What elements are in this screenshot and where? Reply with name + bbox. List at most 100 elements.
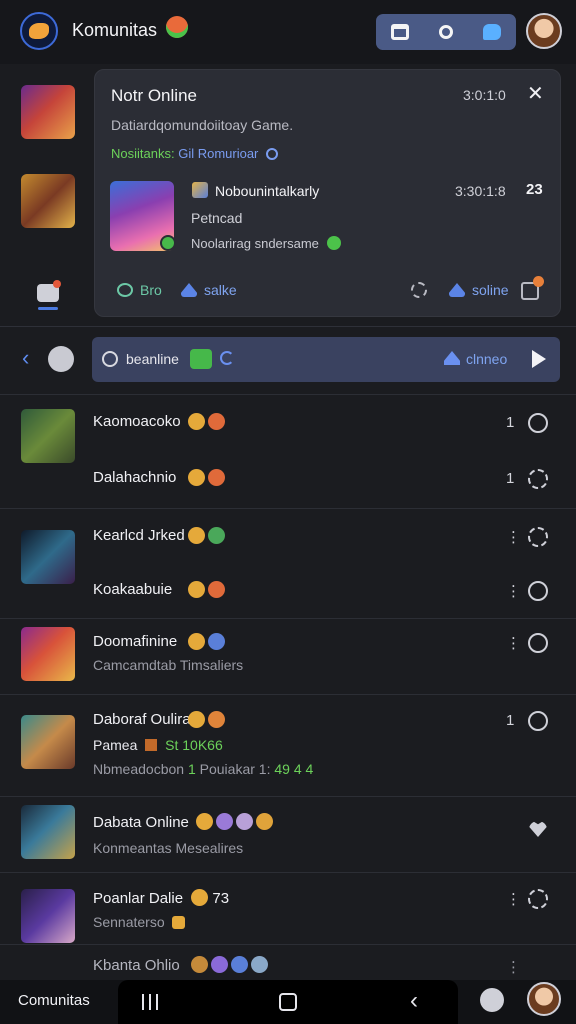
- notification-meta: Nosiitanks: Gil Romurioar: [111, 146, 279, 161]
- share-button[interactable]: [521, 276, 544, 300]
- chat-icon[interactable]: [483, 24, 501, 40]
- feed-count: ⋮: [506, 959, 521, 976]
- upload-icon: [444, 351, 460, 365]
- notification-card: Notr Online 3:0:1:0 ✕ Datiardqomundoiito…: [94, 69, 561, 317]
- profile-avatar[interactable]: [527, 982, 561, 1016]
- item-icon: [145, 739, 158, 751]
- game-thumbnail[interactable]: [21, 85, 75, 139]
- refresh-icon[interactable]: [220, 351, 234, 365]
- list-item[interactable]: Kearlcd Jrked ⋮: [0, 508, 576, 584]
- online-button[interactable]: soline: [449, 282, 509, 298]
- top-app-bar: Komunitas: [0, 0, 576, 64]
- list-item[interactable]: Poanlar Dalie 73 Sennaterso ⋮: [0, 872, 576, 944]
- list-item[interactable]: Kbanta Ohlio ⋮: [0, 944, 576, 980]
- feed-subtitle-text: Sennaterso: [93, 914, 165, 930]
- heart-icon[interactable]: [529, 821, 547, 837]
- feed-subtitle-secondary: Nbmeadocbon 1 Pouiakar 1: 49 4 4: [93, 761, 313, 777]
- emoji-icon: [196, 813, 213, 830]
- notification-dot: [53, 280, 61, 288]
- feed-title-text: Poanlar Dalie: [93, 890, 184, 907]
- bottom-community-label[interactable]: Comunitas: [18, 992, 90, 1009]
- game-thumbnail: [21, 805, 75, 859]
- emoji-icon: [191, 956, 208, 973]
- face-icon[interactable]: [48, 346, 74, 372]
- emoji-icon: [208, 581, 225, 598]
- game-status: Noolarirag sndersame: [191, 236, 341, 251]
- feed-title: Kaomoacoko: [93, 413, 181, 430]
- community-logo-icon[interactable]: [20, 12, 58, 50]
- divider: [0, 326, 576, 327]
- emoji-icon: [188, 413, 205, 430]
- search-icon[interactable]: [439, 25, 453, 39]
- emoji-icon: [208, 469, 225, 486]
- emoji-icon: [256, 813, 273, 830]
- app-title: Komunitas: [72, 20, 158, 40]
- feed-subtitle2-tail: 49 4 4: [274, 761, 314, 777]
- feed-subtitle-highlight: St 10K66: [165, 737, 223, 753]
- feed-title: Kbanta Ohlio: [93, 957, 180, 974]
- profile-avatar[interactable]: [526, 13, 562, 49]
- game-thumbnail[interactable]: [21, 174, 75, 228]
- emoji-group: [188, 413, 225, 430]
- notification-title: Notr Online: [111, 86, 197, 105]
- settings-button[interactable]: [411, 282, 427, 298]
- game-thumbnail: [21, 715, 75, 769]
- feed-title: Dalahachnio: [93, 469, 177, 486]
- header-action-group: [376, 14, 516, 50]
- feed-subtitle: Camcamdtab Timsaliers: [93, 657, 244, 673]
- settings-icon[interactable]: [528, 469, 548, 489]
- feed-subtitle2-text: Nbmeadocbon: [93, 761, 185, 777]
- meta-blue-label[interactable]: Gil Romurioar: [178, 146, 258, 161]
- feed-count: ⋮: [506, 529, 521, 546]
- verified-icon: [266, 148, 279, 160]
- meta-green-label: Nosiitanks:: [111, 146, 175, 161]
- game-status-text: Noolarirag sndersame: [191, 236, 319, 251]
- upload-icon: [181, 283, 197, 297]
- feed-title: Poanlar Dalie 73: [93, 889, 229, 907]
- list-item[interactable]: Dalahachnio 1: [0, 451, 576, 508]
- list-item[interactable]: Daboraf Oulira Pamea St 10K66 Nbmeadocbo…: [0, 694, 576, 796]
- list-item[interactable]: Dabata Online Konmeantas Mesealires: [0, 796, 576, 872]
- feed-subtitle: Pamea St 10K66: [93, 737, 223, 753]
- chevron-left-icon[interactable]: ‹: [22, 346, 29, 370]
- more-icon[interactable]: [528, 413, 548, 433]
- upload-icon: [449, 283, 465, 297]
- online-badge-icon: [160, 235, 176, 251]
- list-item[interactable]: Kaomoacoko 1: [0, 394, 576, 463]
- game-thumbnail: [21, 889, 75, 943]
- emoji-icon: [188, 581, 205, 598]
- emoji-icon: [171, 916, 185, 929]
- feed-title: Dabata Online: [93, 814, 189, 831]
- game-title[interactable]: Nobounintalkarly: [215, 183, 319, 199]
- emoji-icon: [208, 413, 225, 430]
- home-icon[interactable]: [279, 993, 297, 1011]
- calendar-icon[interactable]: [391, 24, 409, 40]
- feed-title: Koakaabuie: [93, 581, 173, 598]
- back-icon[interactable]: ‹: [410, 989, 418, 1013]
- emoji-picker-icon[interactable]: [480, 988, 504, 1012]
- close-icon[interactable]: ✕: [527, 84, 544, 104]
- play-icon[interactable]: [532, 350, 546, 368]
- filter-online-label[interactable]: clnneo: [466, 351, 507, 367]
- emoji-icon: [188, 469, 205, 486]
- more-icon[interactable]: [528, 581, 548, 601]
- status-badge: [190, 349, 212, 369]
- settings-icon[interactable]: [528, 527, 548, 547]
- more-icon[interactable]: [528, 711, 548, 731]
- feed-subtitle2-rest: Pouiakar 1:: [199, 761, 271, 777]
- emoji-group: [188, 469, 225, 486]
- salke-button[interactable]: salke: [181, 282, 237, 298]
- bro-button[interactable]: Bro: [117, 282, 162, 298]
- feed-count: 1: [506, 414, 515, 431]
- list-item[interactable]: Koakaabuie ⋮: [0, 565, 576, 618]
- feed-count: 1: [506, 470, 515, 487]
- more-icon[interactable]: [528, 633, 548, 653]
- settings-icon[interactable]: [528, 889, 548, 909]
- emoji-group: [196, 813, 273, 830]
- emoji-icon: [208, 527, 225, 544]
- filter-bar[interactable]: beanline clnneo: [92, 337, 560, 382]
- list-item[interactable]: Doomafinine Camcamdtab Timsaliers ⋮: [0, 618, 576, 694]
- feed-title-badge: 73: [212, 890, 230, 907]
- emoji-icon: [251, 956, 268, 973]
- recents-icon[interactable]: [142, 994, 158, 1010]
